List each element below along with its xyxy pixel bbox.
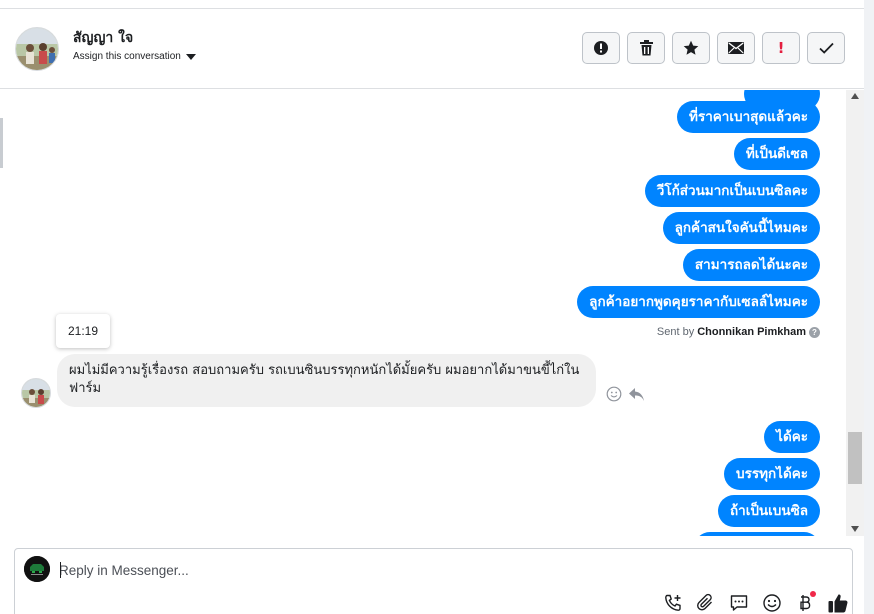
contact-avatar[interactable] — [15, 27, 59, 71]
assign-label: Assign this conversation — [73, 51, 181, 62]
outgoing-message[interactable]: ที่เป็นดีเซล — [733, 138, 820, 170]
conversation-actions: ! — [582, 32, 845, 64]
text-caret — [60, 562, 61, 578]
checkmark-icon — [818, 42, 834, 54]
outgoing-message-partial — [694, 532, 820, 536]
composer-tools — [661, 591, 850, 614]
page-avatar — [24, 556, 50, 582]
call-button[interactable] — [661, 591, 685, 614]
scroll-up-arrow-icon[interactable] — [851, 93, 859, 99]
saved-replies-button[interactable] — [727, 591, 751, 614]
sent-by-info: Sent by Chonnikan Pimkham ? — [657, 326, 820, 338]
conversation-header: สัญญา ใจ Assign this conversation ! — [0, 9, 864, 89]
exclamation-icon: ! — [777, 39, 785, 57]
outgoing-message[interactable]: ลูกค้าสนใจคันนี้ไหมคะ — [662, 212, 820, 244]
assign-conversation-dropdown[interactable]: Assign this conversation — [73, 51, 196, 62]
sent-by-name: Chonnikan Pimkham — [697, 326, 806, 338]
help-icon[interactable]: ? — [809, 326, 820, 338]
sender-avatar — [21, 378, 51, 408]
follow-up-button[interactable]: ! — [762, 32, 800, 64]
envelope-icon — [728, 42, 744, 54]
payment-button[interactable] — [793, 591, 817, 614]
message-thread[interactable]: ที่ราคาเบาสุดแล้วคะ ที่เป็นดีเซล วีโก้ส่… — [0, 90, 846, 536]
emoji-button[interactable] — [760, 591, 784, 614]
outgoing-message[interactable]: บรรทุกได้คะ — [724, 458, 820, 490]
outgoing-message[interactable]: สามารถลดได้นะคะ — [682, 249, 820, 281]
sent-by-prefix: Sent by — [656, 326, 695, 338]
thread-scrollbar[interactable] — [846, 90, 864, 536]
spam-button[interactable] — [582, 32, 620, 64]
attach-button[interactable] — [694, 591, 718, 614]
mark-done-button[interactable] — [807, 32, 845, 64]
outgoing-message[interactable]: ที่ราคาเบาสุดแล้วคะ — [677, 101, 820, 133]
chat-bubble-icon — [730, 595, 748, 611]
outgoing-message[interactable]: ลูกค้าอยากพูดคุยราคากับเซลล์ไหมคะ — [577, 286, 820, 318]
scroll-down-arrow-icon[interactable] — [851, 526, 859, 532]
like-button[interactable] — [826, 591, 850, 614]
mark-unread-button[interactable] — [717, 32, 755, 64]
incoming-message[interactable]: ผมไม่มีความรู้เรื่องรถ สอบถามครับ รถเบนซ… — [57, 354, 596, 407]
react-smiley-icon[interactable] — [606, 386, 622, 402]
reply-input[interactable] — [59, 559, 619, 581]
reply-arrow-icon[interactable] — [628, 387, 645, 402]
scroll-thumb[interactable] — [848, 432, 862, 484]
notification-dot — [810, 591, 816, 597]
outgoing-message[interactable]: ถ้าเป็นเบนซิล — [717, 495, 820, 527]
phone-plus-icon — [665, 594, 681, 611]
outgoing-message[interactable]: วีโก้ส่วนมากเป็นเบนซิลคะ — [644, 175, 820, 207]
contact-name[interactable]: สัญญา ใจ — [73, 27, 133, 49]
top-border — [0, 0, 864, 9]
reply-composer — [14, 548, 853, 614]
caret-down-icon — [185, 54, 196, 60]
star-icon — [683, 40, 699, 55]
message-tools — [606, 386, 645, 402]
thumbs-up-icon — [828, 594, 848, 613]
star-button[interactable] — [672, 32, 710, 64]
smiley-icon — [763, 594, 781, 612]
delete-button[interactable] — [627, 32, 665, 64]
timestamp-tooltip: 21:19 — [56, 314, 110, 348]
outgoing-message[interactable]: ได้คะ — [764, 421, 820, 453]
window-right-gutter — [864, 0, 874, 614]
alert-circle-icon — [594, 41, 608, 55]
paperclip-icon — [697, 593, 712, 611]
trash-icon — [639, 40, 653, 56]
